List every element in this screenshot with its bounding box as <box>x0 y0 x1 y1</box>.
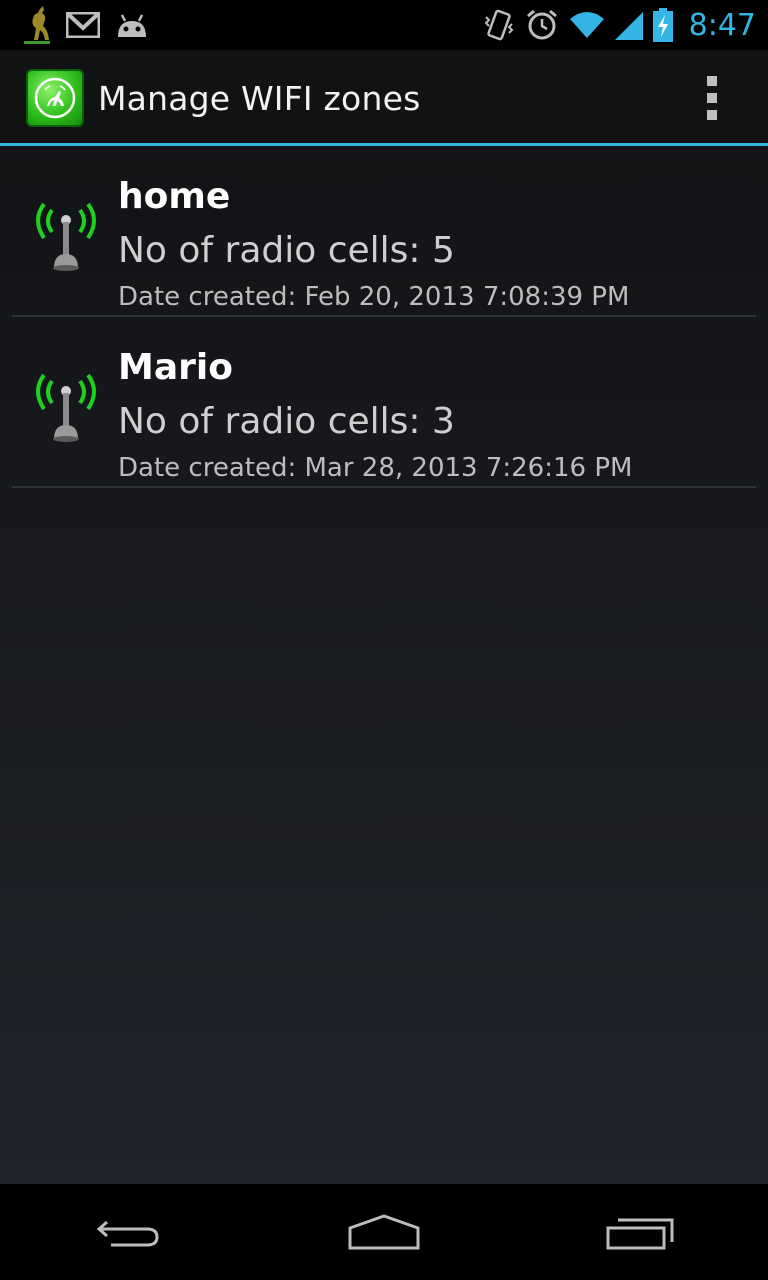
signal-icon <box>614 10 643 40</box>
kangaroo-notification-icon <box>22 5 52 45</box>
radio-tower-icon <box>30 357 102 447</box>
zone-name: home <box>118 176 231 217</box>
alarm-icon <box>525 8 559 42</box>
navigation-bar <box>0 1184 768 1280</box>
zone-date-created: Date created: Feb 20, 2013 7:08:39 PM <box>118 282 630 312</box>
zone-date-created: Date created: Mar 28, 2013 7:26:16 PM <box>118 453 633 483</box>
page-title: Manage WIFI zones <box>98 78 421 118</box>
screen: 8:47 Manage WIFI zones home No of radio … <box>0 0 768 1280</box>
status-bar: 8:47 <box>0 0 768 50</box>
zone-cell-count: No of radio cells: 5 <box>118 230 455 271</box>
list-item[interactable]: home No of radio cells: 5 Date created: … <box>12 146 756 317</box>
list-item[interactable]: Mario No of radio cells: 3 Date created:… <box>12 317 756 488</box>
vibrate-icon <box>483 7 515 43</box>
android-debug-icon <box>114 11 150 39</box>
zone-cell-count: No of radio cells: 3 <box>118 401 455 442</box>
recent-apps-icon[interactable] <box>590 1202 690 1262</box>
back-icon[interactable] <box>78 1202 178 1262</box>
overflow-menu-icon[interactable] <box>692 72 732 124</box>
app-logo-icon[interactable] <box>26 69 84 127</box>
radio-tower-icon <box>30 186 102 276</box>
home-icon[interactable] <box>334 1202 434 1262</box>
action-bar: Manage WIFI zones <box>0 50 768 146</box>
wifi-icon <box>569 10 605 40</box>
battery-charging-icon <box>652 8 673 42</box>
status-clock: 8:47 <box>688 7 756 43</box>
gmail-icon <box>66 12 100 38</box>
zone-list: home No of radio cells: 5 Date created: … <box>0 146 768 488</box>
zone-name: Mario <box>118 347 233 388</box>
